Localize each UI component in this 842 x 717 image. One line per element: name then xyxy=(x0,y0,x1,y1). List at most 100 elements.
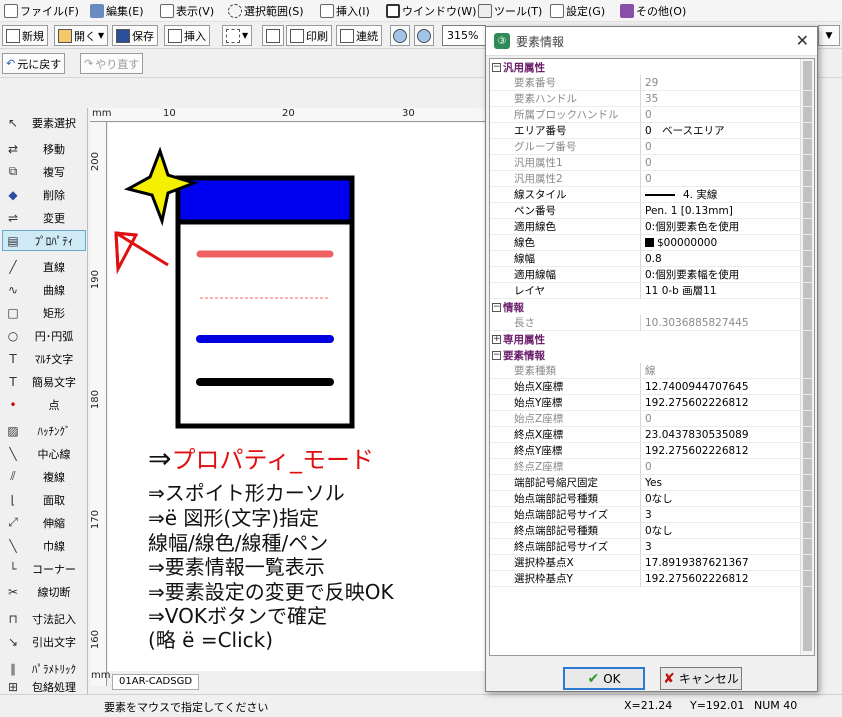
menu-other[interactable]: その他(O) xyxy=(620,3,686,19)
menu-selection[interactable]: 選択範囲(S) xyxy=(228,3,304,19)
property-value[interactable]: 0なし xyxy=(641,523,814,539)
property-row[interactable]: 要素番号 29 xyxy=(490,75,814,91)
save-button[interactable]: 保存 xyxy=(112,25,158,46)
tool-rectangle[interactable]: □ 矩形 xyxy=(2,302,86,323)
property-value[interactable]: 192.275602226812 xyxy=(641,443,814,459)
tool-line-cut[interactable]: ✂ 線切断 xyxy=(2,581,86,602)
property-row[interactable]: 始点Z座標 0 xyxy=(490,411,814,427)
property-value[interactable]: Yes xyxy=(641,475,814,491)
tool-delete[interactable]: ◆ 削除 xyxy=(2,184,86,205)
property-value[interactable]: 192.275602226812 xyxy=(641,571,814,587)
tool-simple-text[interactable]: T 簡易文字 xyxy=(2,371,86,392)
print-button[interactable]: 印刷 xyxy=(286,25,332,46)
close-icon[interactable]: ✕ xyxy=(796,31,809,50)
tool-dimension[interactable]: ⊓ 寸法記入 xyxy=(2,608,86,629)
tool-center-line[interactable]: ╲ 中心線 xyxy=(2,443,86,464)
property-row[interactable]: 始点Y座標 192.275602226812 xyxy=(490,395,814,411)
property-row[interactable]: 選択枠基点X 17.8919387621367 xyxy=(490,555,814,571)
property-value[interactable]: 192.275602226812 xyxy=(641,395,814,411)
property-value[interactable]: 35 xyxy=(641,91,814,107)
tool-hatching[interactable]: ▨ ﾊｯﾁﾝｸﾞ xyxy=(2,420,86,441)
property-row[interactable]: 長さ 10.3036885827445 xyxy=(490,315,814,331)
cancel-button[interactable]: ✘ キャンセル xyxy=(660,667,742,690)
tool-chamfer[interactable]: ⌊ 面取 xyxy=(2,489,86,510)
section-header[interactable]: − 汎用属性 xyxy=(490,59,814,75)
property-value[interactable]: 0 xyxy=(641,171,814,187)
tool-corner[interactable]: └ コーナー xyxy=(2,558,86,579)
property-value[interactable]: 0:個別要素幅を使用 xyxy=(641,267,814,283)
property-value[interactable]: 0 xyxy=(641,155,814,171)
open-button[interactable]: 開く ▼ xyxy=(54,25,109,46)
property-row[interactable]: 終点Z座標 0 xyxy=(490,459,814,475)
property-value[interactable]: 23.0437830535089 xyxy=(641,427,814,443)
property-row[interactable]: 適用線幅 0:個別要素幅を使用 xyxy=(490,267,814,283)
tool-width-line[interactable]: ╲ 巾線 xyxy=(2,535,86,556)
section-header[interactable]: − 要素情報 xyxy=(490,347,814,363)
tool-extend[interactable]: ⤢ 伸縮 xyxy=(2,512,86,533)
tool-point[interactable]: • 点 xyxy=(2,394,86,415)
tool-select[interactable]: ↖ 要素選択 xyxy=(2,112,86,133)
property-row[interactable]: 始点端部記号サイズ 3 xyxy=(490,507,814,523)
property-row[interactable]: レイヤ 11 0-b 画層11 xyxy=(490,283,814,299)
property-row[interactable]: 終点Y座標 192.275602226812 xyxy=(490,443,814,459)
property-row[interactable]: ペン番号 Pen. 1 [0.13mm] xyxy=(490,203,814,219)
section-header[interactable]: − 情報 xyxy=(490,299,814,315)
menu-edit[interactable]: 編集(E) xyxy=(90,3,144,19)
property-value[interactable]: 0.8 xyxy=(641,251,814,267)
property-value[interactable]: Pen. 1 [0.13mm] xyxy=(641,203,814,219)
document-tab[interactable]: 01AR-CADSGD xyxy=(112,674,200,690)
preview-button[interactable] xyxy=(262,25,284,46)
property-row[interactable]: 端部記号縮尺固定 Yes xyxy=(490,475,814,491)
new-button[interactable]: 新規 xyxy=(2,25,48,46)
property-row[interactable]: 始点端部記号種類 0なし xyxy=(490,491,814,507)
property-value[interactable]: 0 xyxy=(641,459,814,475)
property-row[interactable]: グループ番号 0 xyxy=(490,139,814,155)
property-row[interactable]: 線スタイル 4. 実線 xyxy=(490,187,814,203)
property-row[interactable]: 終点端部記号サイズ 3 xyxy=(490,539,814,555)
tool-envelope[interactable]: ⊞ 包絡処理 xyxy=(2,679,86,694)
combo-dropdown[interactable]: ▼ xyxy=(818,25,840,46)
tool-copy[interactable]: ⧉ 複写 xyxy=(2,161,86,182)
zoom-out-button[interactable] xyxy=(390,25,410,46)
property-value[interactable]: 17.8919387621367 xyxy=(641,555,814,571)
property-row[interactable]: 線色 $00000000 xyxy=(490,235,814,251)
tool-line[interactable]: ╱ 直線 xyxy=(2,256,86,277)
menu-view[interactable]: 表示(V) xyxy=(160,3,214,19)
menu-file[interactable]: ファイル(F) xyxy=(4,3,79,19)
section-header[interactable]: + 専用属性 xyxy=(490,331,814,347)
menu-tools[interactable]: ツール(T) xyxy=(478,3,542,19)
collapse-icon[interactable]: − xyxy=(492,350,501,360)
insert-button[interactable]: 挿入 xyxy=(164,25,210,46)
expand-icon[interactable]: + xyxy=(492,334,501,344)
property-row[interactable]: 汎用属性2 0 xyxy=(490,171,814,187)
property-value[interactable]: 0 xyxy=(641,411,814,427)
property-row[interactable]: 汎用属性1 0 xyxy=(490,155,814,171)
property-row[interactable]: 要素種類線 xyxy=(490,363,814,379)
dialog-title-bar[interactable]: ③ 要素情報 ✕ xyxy=(486,27,817,56)
redo-button[interactable]: ↷ やり直す xyxy=(80,53,144,74)
tool-leader-text[interactable]: ↘ 引出文字 xyxy=(2,631,86,652)
tool-property[interactable]: ▤ ﾌﾟﾛﾊﾟﾃｨ xyxy=(2,230,86,251)
property-value[interactable]: $00000000 xyxy=(641,235,814,251)
property-value[interactable]: 0なし xyxy=(641,491,814,507)
tool-move[interactable]: ⇄ 移動 xyxy=(2,138,86,159)
property-row[interactable]: 所属ブロックハンドル 0 xyxy=(490,107,814,123)
property-value[interactable]: 29 xyxy=(641,75,814,91)
property-value[interactable]: 3 xyxy=(641,539,814,555)
tool-multi-line[interactable]: ⫽ 複線 xyxy=(2,466,86,487)
property-value[interactable]: 線 xyxy=(641,363,814,379)
property-value[interactable]: 0:個別要素色を使用 xyxy=(641,219,814,235)
undo-button[interactable]: ↶ 元に戻す xyxy=(2,53,66,74)
zoom-in-button[interactable] xyxy=(414,25,434,46)
ok-button[interactable]: ✔ OK xyxy=(563,667,645,690)
continuous-print-button[interactable]: 連続 xyxy=(336,25,382,46)
layout-button[interactable]: ▼ xyxy=(222,25,253,46)
property-row[interactable]: 選択枠基点Y 192.275602226812 xyxy=(490,571,814,587)
menu-settings[interactable]: 設定(G) xyxy=(550,3,605,19)
property-row[interactable]: 要素ハンドル 35 xyxy=(490,91,814,107)
property-row[interactable]: 終点端部記号種類 0なし xyxy=(490,523,814,539)
property-value[interactable]: 0 xyxy=(641,107,814,123)
property-row[interactable]: エリア番号 0 ベースエリア xyxy=(490,123,814,139)
property-value[interactable]: 0 ベースエリア xyxy=(641,123,814,139)
property-value[interactable]: 11 0-b 画層11 xyxy=(641,283,814,299)
